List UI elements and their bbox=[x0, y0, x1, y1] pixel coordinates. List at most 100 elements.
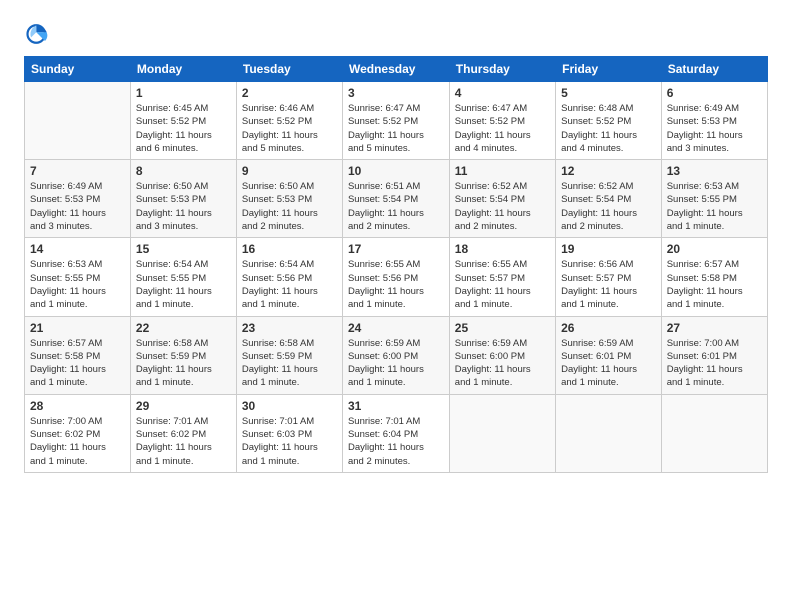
day-number: 18 bbox=[455, 242, 550, 256]
day-info: Sunrise: 6:59 AM Sunset: 6:01 PM Dayligh… bbox=[561, 337, 656, 390]
day-number: 2 bbox=[242, 86, 337, 100]
day-number: 14 bbox=[30, 242, 125, 256]
calendar-cell: 24Sunrise: 6:59 AM Sunset: 6:00 PM Dayli… bbox=[342, 316, 449, 394]
day-info: Sunrise: 6:55 AM Sunset: 5:57 PM Dayligh… bbox=[455, 258, 550, 311]
header bbox=[24, 20, 768, 48]
day-info: Sunrise: 6:57 AM Sunset: 5:58 PM Dayligh… bbox=[30, 337, 125, 390]
day-info: Sunrise: 6:53 AM Sunset: 5:55 PM Dayligh… bbox=[667, 180, 762, 233]
weekday-header-friday: Friday bbox=[556, 57, 662, 82]
day-number: 30 bbox=[242, 399, 337, 413]
day-number: 11 bbox=[455, 164, 550, 178]
day-number: 6 bbox=[667, 86, 762, 100]
weekday-header-row: SundayMondayTuesdayWednesdayThursdayFrid… bbox=[25, 57, 768, 82]
day-number: 20 bbox=[667, 242, 762, 256]
calendar-cell: 10 Sunrise: 6:51 AM Sunset: 5:54 PM Dayli… bbox=[342, 160, 449, 238]
calendar-cell: 17Sunrise: 6:55 AM Sunset: 5:56 PM Dayli… bbox=[342, 238, 449, 316]
calendar-cell: 25Sunrise: 6:59 AM Sunset: 6:00 PM Dayli… bbox=[449, 316, 555, 394]
calendar-cell: 9 Sunrise: 6:50 AM Sunset: 5:53 PM Daylig… bbox=[236, 160, 342, 238]
calendar-cell: 21 Sunrise: 6:57 AM Sunset: 5:58 PM Dayli… bbox=[25, 316, 131, 394]
day-info: Sunrise: 6:50 AM Sunset: 5:53 PM Dayligh… bbox=[242, 180, 337, 233]
week-row-2: 7 Sunrise: 6:49 AM Sunset: 5:53 PM Daylig… bbox=[25, 160, 768, 238]
calendar-cell: 13 Sunrise: 6:53 AM Sunset: 5:55 PM Dayli… bbox=[661, 160, 767, 238]
calendar-cell: 7 Sunrise: 6:49 AM Sunset: 5:53 PM Daylig… bbox=[25, 160, 131, 238]
day-info: Sunrise: 6:58 AM Sunset: 5:59 PM Dayligh… bbox=[136, 337, 231, 390]
day-info: Sunrise: 6:48 AM Sunset: 5:52 PM Dayligh… bbox=[561, 102, 656, 155]
calendar-table: SundayMondayTuesdayWednesdayThursdayFrid… bbox=[24, 56, 768, 473]
day-number: 7 bbox=[30, 164, 125, 178]
calendar-cell bbox=[556, 394, 662, 472]
calendar-cell: 4 Sunrise: 6:47 AM Sunset: 5:52 PM Daylig… bbox=[449, 82, 555, 160]
day-number: 12 bbox=[561, 164, 656, 178]
day-number: 23 bbox=[242, 321, 337, 335]
calendar-cell: 27 Sunrise: 7:00 AM Sunset: 6:01 PM Dayli… bbox=[661, 316, 767, 394]
day-number: 15 bbox=[136, 242, 231, 256]
day-info: Sunrise: 6:46 AM Sunset: 5:52 PM Dayligh… bbox=[242, 102, 337, 155]
day-info: Sunrise: 6:51 AM Sunset: 5:54 PM Dayligh… bbox=[348, 180, 444, 233]
day-info: Sunrise: 6:57 AM Sunset: 5:58 PM Dayligh… bbox=[667, 258, 762, 311]
day-number: 9 bbox=[242, 164, 337, 178]
weekday-header-thursday: Thursday bbox=[449, 57, 555, 82]
day-number: 13 bbox=[667, 164, 762, 178]
calendar-cell: 15 Sunrise: 6:54 AM Sunset: 5:55 PM Dayli… bbox=[130, 238, 236, 316]
day-info: Sunrise: 6:47 AM Sunset: 5:52 PM Dayligh… bbox=[455, 102, 550, 155]
day-number: 28 bbox=[30, 399, 125, 413]
day-info: Sunrise: 6:54 AM Sunset: 5:56 PM Dayligh… bbox=[242, 258, 337, 311]
calendar-cell: 31 Sunrise: 7:01 AM Sunset: 6:04 PM Dayli… bbox=[342, 394, 449, 472]
day-number: 25 bbox=[455, 321, 550, 335]
day-info: Sunrise: 6:54 AM Sunset: 5:55 PM Dayligh… bbox=[136, 258, 231, 311]
day-info: Sunrise: 6:53 AM Sunset: 5:55 PM Dayligh… bbox=[30, 258, 125, 311]
day-info: Sunrise: 6:50 AM Sunset: 5:53 PM Dayligh… bbox=[136, 180, 231, 233]
calendar-cell: 14 Sunrise: 6:53 AM Sunset: 5:55 PM Dayli… bbox=[25, 238, 131, 316]
day-number: 1 bbox=[136, 86, 231, 100]
day-number: 27 bbox=[667, 321, 762, 335]
day-info: Sunrise: 6:45 AM Sunset: 5:52 PM Dayligh… bbox=[136, 102, 231, 155]
day-info: Sunrise: 6:59 AM Sunset: 6:00 PM Dayligh… bbox=[348, 337, 444, 390]
day-info: Sunrise: 6:55 AM Sunset: 5:56 PM Dayligh… bbox=[348, 258, 444, 311]
page-container: SundayMondayTuesdayWednesdayThursdayFrid… bbox=[0, 0, 792, 483]
day-info: Sunrise: 6:52 AM Sunset: 5:54 PM Dayligh… bbox=[455, 180, 550, 233]
day-info: Sunrise: 7:00 AM Sunset: 6:01 PM Dayligh… bbox=[667, 337, 762, 390]
day-info: Sunrise: 7:01 AM Sunset: 6:02 PM Dayligh… bbox=[136, 415, 231, 468]
day-info: Sunrise: 6:56 AM Sunset: 5:57 PM Dayligh… bbox=[561, 258, 656, 311]
calendar-cell: 16Sunrise: 6:54 AM Sunset: 5:56 PM Dayli… bbox=[236, 238, 342, 316]
day-number: 5 bbox=[561, 86, 656, 100]
calendar-cell: 8 Sunrise: 6:50 AM Sunset: 5:53 PM Daylig… bbox=[130, 160, 236, 238]
day-number: 21 bbox=[30, 321, 125, 335]
day-number: 31 bbox=[348, 399, 444, 413]
day-number: 26 bbox=[561, 321, 656, 335]
weekday-header-saturday: Saturday bbox=[661, 57, 767, 82]
day-info: Sunrise: 7:01 AM Sunset: 6:04 PM Dayligh… bbox=[348, 415, 444, 468]
calendar-cell: 19 Sunrise: 6:56 AM Sunset: 5:57 PM Dayli… bbox=[556, 238, 662, 316]
weekday-header-monday: Monday bbox=[130, 57, 236, 82]
calendar-cell: 2 Sunrise: 6:46 AM Sunset: 5:52 PM Daylig… bbox=[236, 82, 342, 160]
calendar-cell bbox=[661, 394, 767, 472]
calendar-cell: 29Sunrise: 7:01 AM Sunset: 6:02 PM Dayli… bbox=[130, 394, 236, 472]
day-info: Sunrise: 6:58 AM Sunset: 5:59 PM Dayligh… bbox=[242, 337, 337, 390]
week-row-5: 28 Sunrise: 7:00 AM Sunset: 6:02 PM Dayli… bbox=[25, 394, 768, 472]
day-number: 3 bbox=[348, 86, 444, 100]
calendar-cell: 22Sunrise: 6:58 AM Sunset: 5:59 PM Dayli… bbox=[130, 316, 236, 394]
day-number: 10 bbox=[348, 164, 444, 178]
week-row-3: 14 Sunrise: 6:53 AM Sunset: 5:55 PM Dayli… bbox=[25, 238, 768, 316]
calendar-cell: 11 Sunrise: 6:52 AM Sunset: 5:54 PM Dayli… bbox=[449, 160, 555, 238]
calendar-cell: 5 Sunrise: 6:48 AM Sunset: 5:52 PM Daylig… bbox=[556, 82, 662, 160]
day-number: 19 bbox=[561, 242, 656, 256]
day-number: 8 bbox=[136, 164, 231, 178]
day-info: Sunrise: 7:01 AM Sunset: 6:03 PM Dayligh… bbox=[242, 415, 337, 468]
day-number: 4 bbox=[455, 86, 550, 100]
day-info: Sunrise: 7:00 AM Sunset: 6:02 PM Dayligh… bbox=[30, 415, 125, 468]
day-info: Sunrise: 6:47 AM Sunset: 5:52 PM Dayligh… bbox=[348, 102, 444, 155]
calendar-cell: 12 Sunrise: 6:52 AM Sunset: 5:54 PM Dayli… bbox=[556, 160, 662, 238]
day-info: Sunrise: 6:52 AM Sunset: 5:54 PM Dayligh… bbox=[561, 180, 656, 233]
calendar-cell: 3 Sunrise: 6:47 AM Sunset: 5:52 PM Daylig… bbox=[342, 82, 449, 160]
weekday-header-tuesday: Tuesday bbox=[236, 57, 342, 82]
logo-icon bbox=[24, 20, 52, 48]
week-row-1: 1 Sunrise: 6:45 AM Sunset: 5:52 PM Daylig… bbox=[25, 82, 768, 160]
calendar-cell: 20 Sunrise: 6:57 AM Sunset: 5:58 PM Dayli… bbox=[661, 238, 767, 316]
calendar-cell bbox=[449, 394, 555, 472]
calendar-cell: 23 Sunrise: 6:58 AM Sunset: 5:59 PM Dayli… bbox=[236, 316, 342, 394]
day-info: Sunrise: 6:49 AM Sunset: 5:53 PM Dayligh… bbox=[30, 180, 125, 233]
calendar-cell bbox=[25, 82, 131, 160]
calendar-cell: 26 Sunrise: 6:59 AM Sunset: 6:01 PM Dayli… bbox=[556, 316, 662, 394]
logo bbox=[24, 20, 56, 48]
